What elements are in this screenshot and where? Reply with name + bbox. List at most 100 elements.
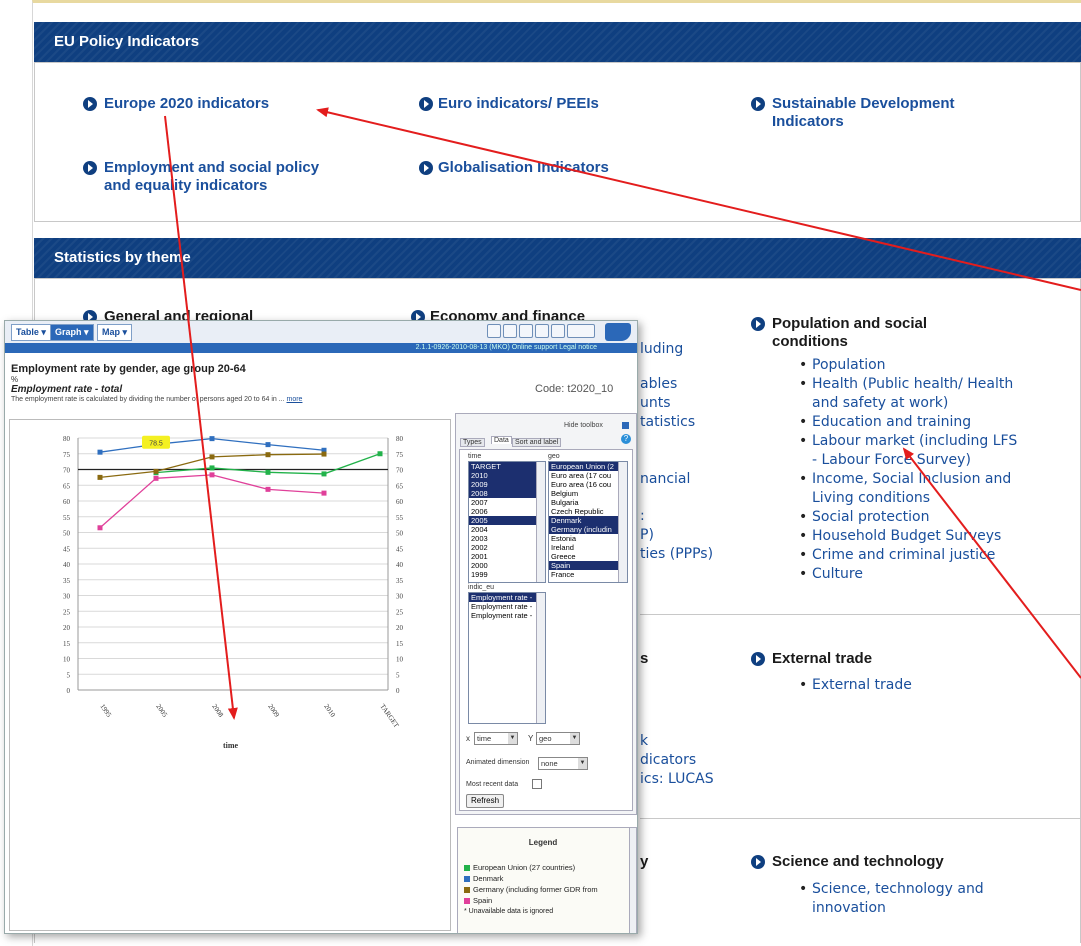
x-axis-select[interactable]: time ▼: [474, 732, 518, 745]
graph-window: Table ▾ Graph ▾ Map ▾ 2.1.1-0926-2010-08…: [4, 320, 638, 934]
y-tick-label: 25: [63, 608, 71, 616]
economy-fragment[interactable]: nancial: [640, 471, 690, 487]
economy-fragment[interactable]: ties (PPPs): [640, 546, 713, 562]
listbox-scrollbar[interactable]: [536, 593, 545, 723]
time-option[interactable]: 2007: [469, 498, 545, 507]
refresh-button[interactable]: Refresh: [466, 794, 505, 808]
time-option[interactable]: 2005: [469, 516, 545, 525]
time-option[interactable]: 2008: [469, 489, 545, 498]
geo-option[interactable]: Euro area (16 cou: [549, 480, 627, 489]
time-listbox[interactable]: TARGET 2010 2009 2008 2007 2006 2005 2004 2003 20…: [468, 461, 546, 583]
time-option[interactable]: 2002: [469, 543, 545, 552]
indic-option[interactable]: Employment rate -: [469, 593, 545, 602]
economy-fragment[interactable]: unts: [640, 395, 671, 411]
indic-listbox[interactable]: Employment rate - Employment rate - Employ…: [468, 592, 546, 724]
geo-option[interactable]: Ireland: [549, 543, 627, 552]
y-tick-label: 35: [63, 577, 71, 585]
theme-external-trade[interactable]: External trade: [772, 650, 872, 668]
time-option[interactable]: 2010: [469, 471, 545, 480]
theme-fragment[interactable]: s: [640, 650, 648, 667]
time-option[interactable]: 1999: [469, 570, 545, 579]
hide-toolbox-icon[interactable]: [622, 422, 629, 429]
indic-option[interactable]: Employment rate -: [469, 611, 545, 620]
economy-fragment[interactable]: :: [640, 508, 645, 524]
crime-justice-item[interactable]: Crime and criminal justice: [799, 546, 1017, 565]
geo-option[interactable]: Euro area (17 cou: [549, 471, 627, 480]
household-budget-item[interactable]: Household Budget Surveys: [799, 527, 1017, 546]
print-icon[interactable]: [535, 324, 549, 338]
legend-swatch: [464, 887, 470, 894]
geo-option[interactable]: Denmark: [549, 516, 627, 525]
geo-option[interactable]: Germany (includin: [549, 525, 627, 534]
link-employment-social-policy[interactable]: Employment and social policy and equalit…: [104, 159, 319, 195]
link-sustainable-development[interactable]: Sustainable Development Indicators: [772, 95, 955, 131]
economy-fragment[interactable]: P): [640, 527, 654, 543]
social-protection-item[interactable]: Social protection: [799, 508, 1017, 527]
geo-option[interactable]: Belgium: [549, 489, 627, 498]
population-item[interactable]: Population: [799, 356, 1017, 375]
x-tick-label: 2009: [266, 703, 281, 719]
animated-dimension-select[interactable]: none ▼: [538, 757, 588, 770]
geo-option[interactable]: Estonia: [549, 534, 627, 543]
geo-option[interactable]: France: [549, 570, 627, 579]
data-point: [153, 468, 159, 474]
time-option[interactable]: 2006: [469, 507, 545, 516]
geo-option[interactable]: Greece: [549, 552, 627, 561]
email-icon[interactable]: [551, 324, 565, 338]
help-icon[interactable]: ?: [621, 434, 631, 444]
time-option[interactable]: 2009: [469, 480, 545, 489]
link-euro-indicators[interactable]: Euro indicators/ PEEIs: [438, 95, 599, 113]
y-tick-label-right: 35: [396, 577, 404, 585]
dataset-description: The employment rate is calculated by div…: [11, 396, 302, 403]
time-option[interactable]: 2001: [469, 552, 545, 561]
legend-scrollbar[interactable]: [629, 828, 636, 933]
geo-listbox[interactable]: European Union (2 Euro area (17 cou Euro a…: [548, 461, 628, 583]
theme-fragment[interactable]: k: [640, 733, 648, 749]
tab-table[interactable]: Table ▾: [11, 324, 51, 341]
info-icon[interactable]: [503, 324, 517, 338]
listbox-scrollbar[interactable]: [618, 462, 627, 582]
economy-fragment[interactable]: tatistics: [640, 414, 695, 430]
sdmx-icon[interactable]: [567, 324, 595, 338]
link-europe-2020[interactable]: Europe 2020 indicators: [104, 95, 269, 113]
economy-fragment[interactable]: ables: [640, 376, 677, 392]
education-item[interactable]: Education and training: [799, 413, 1017, 432]
legend-item: Denmark: [464, 873, 598, 884]
theme-fragment[interactable]: ics: LUCAS: [640, 771, 714, 787]
time-option[interactable]: 2004: [469, 525, 545, 534]
bookmark-icon[interactable]: [487, 324, 501, 338]
geo-option[interactable]: Spain: [549, 561, 627, 570]
geo-option[interactable]: Bulgaria: [549, 498, 627, 507]
indic-option[interactable]: Employment rate -: [469, 602, 545, 611]
tab-graph[interactable]: Graph ▾: [50, 324, 94, 341]
time-option[interactable]: TARGET: [469, 462, 545, 471]
income-inclusion-item[interactable]: Income, Social Inclusion and Living cond…: [799, 470, 1017, 508]
time-option[interactable]: 2003: [469, 534, 545, 543]
hide-toolbox-link[interactable]: Hide toolbox: [564, 422, 603, 429]
tab-sort-label[interactable]: Sort and label: [512, 438, 562, 447]
more-link[interactable]: more: [287, 396, 303, 403]
most-recent-checkbox[interactable]: [532, 779, 542, 789]
y-axis-select[interactable]: geo ▼: [536, 732, 580, 745]
indic-label: indic_eu: [468, 584, 495, 591]
geo-option[interactable]: Czech Republic: [549, 507, 627, 516]
tab-types[interactable]: Types: [460, 438, 485, 447]
science-item[interactable]: Science, technology and innovation: [799, 880, 984, 918]
labour-market-item[interactable]: Labour market (including LFS - Labour Fo…: [799, 432, 1017, 470]
health-item[interactable]: Health (Public health/ Health and safety…: [799, 375, 1017, 413]
theme-population-social[interactable]: Population and social conditions: [772, 315, 927, 351]
dataset-description-text: The employment rate is calculated by div…: [11, 396, 285, 403]
external-trade-item[interactable]: External trade: [799, 676, 912, 695]
time-option[interactable]: 2000: [469, 561, 545, 570]
save-icon[interactable]: [519, 324, 533, 338]
theme-fragment[interactable]: y: [640, 853, 648, 870]
theme-fragment[interactable]: dicators: [640, 752, 696, 768]
economy-fragment[interactable]: luding: [640, 341, 683, 357]
culture-item[interactable]: Culture: [799, 565, 1017, 584]
tab-map[interactable]: Map ▾: [97, 324, 133, 341]
geo-option[interactable]: European Union (2: [549, 462, 627, 471]
link-globalisation[interactable]: Globalisation Indicators: [438, 159, 609, 177]
tab-data[interactable]: Data: [491, 436, 512, 444]
theme-science-technology[interactable]: Science and technology: [772, 853, 944, 871]
listbox-scrollbar[interactable]: [536, 462, 545, 582]
